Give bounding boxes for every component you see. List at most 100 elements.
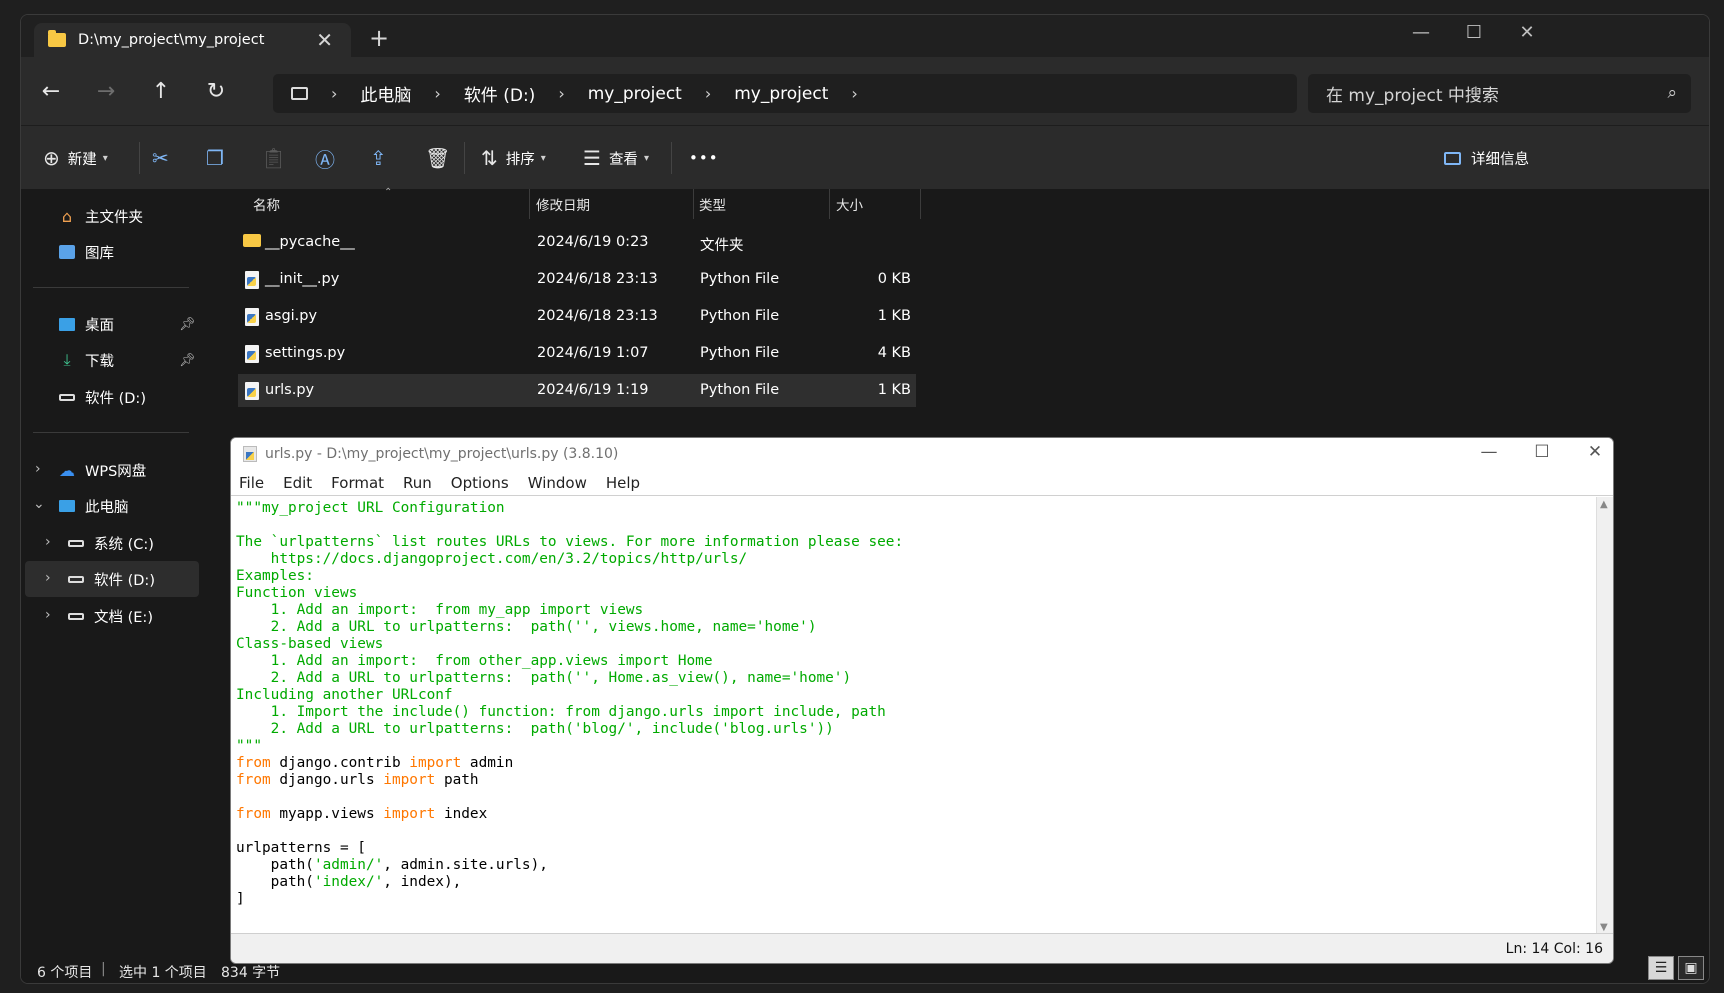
sidebar-item-desktop[interactable]: 桌面 [57, 307, 114, 341]
menu-edit[interactable]: Edit [283, 474, 312, 492]
more-options-button[interactable]: ••• [689, 143, 719, 173]
column-separator[interactable] [693, 189, 694, 219]
clipboard-icon: 📋︎ [261, 146, 287, 170]
file-type: Python File [700, 308, 780, 324]
file-row-selected[interactable]: urls.py 2024/6/19 1:19 Python File 1 KB [238, 374, 916, 407]
close-tab-icon[interactable]: ✕ [316, 28, 333, 52]
breadcrumb-this-pc[interactable]: 此电脑 [360, 81, 411, 106]
new-button[interactable]: ⊕ 新建 ▾ [43, 143, 108, 173]
file-row[interactable]: settings.py 2024/6/19 1:07 Python File 4… [238, 337, 916, 370]
chevron-right-icon: › [558, 84, 565, 103]
menu-options[interactable]: Options [451, 474, 509, 492]
chevron-right-icon[interactable]: › [45, 534, 51, 550]
sidebar-item-drive-c[interactable]: 系统 (C:) [66, 526, 154, 560]
rename-button[interactable]: Ⓐ [315, 143, 335, 173]
maximize-button[interactable]: ☐ [1454, 22, 1494, 43]
sidebar-item-downloads[interactable]: ⤓ 下载 [57, 343, 114, 377]
pin-icon[interactable]: 📌︎ [179, 353, 196, 368]
details-pane-button[interactable]: 详细信息 [1444, 143, 1529, 173]
search-input[interactable]: 在 my_project 中搜索 ⌕ [1308, 74, 1691, 113]
new-tab-button[interactable]: + [369, 24, 389, 52]
breadcrumb-my-project[interactable]: my_project [588, 84, 682, 104]
up-button[interactable]: ↑ [143, 73, 179, 109]
sidebar-item-label: 主文件夹 [85, 209, 143, 226]
trash-icon: 🗑︎ [425, 146, 451, 170]
column-separator[interactable] [920, 189, 921, 219]
chevron-right-icon[interactable]: › [45, 570, 51, 586]
chevron-down-icon[interactable]: ⌄ [33, 496, 45, 512]
copy-button[interactable]: ❐ [206, 143, 224, 173]
column-separator[interactable] [829, 189, 830, 219]
chevron-right-icon[interactable]: › [851, 84, 857, 103]
computer-icon [291, 87, 308, 100]
sort-button[interactable]: ⇅ 排序 ▾ [481, 143, 546, 173]
drive-icon [66, 570, 86, 588]
column-header-size[interactable]: 大小 [836, 189, 863, 219]
close-window-button[interactable]: ✕ [1507, 22, 1547, 43]
delete-button[interactable]: 🗑︎ [425, 143, 450, 173]
drive-icon [66, 607, 86, 625]
column-header-name[interactable]: 名称 [253, 189, 280, 219]
menu-run[interactable]: Run [403, 474, 432, 492]
file-modified: 2024/6/19 0:23 [537, 234, 649, 250]
file-row[interactable]: __init__.py 2024/6/18 23:13 Python File … [238, 263, 916, 296]
details-view-icon[interactable]: ☰ [1648, 956, 1674, 980]
minimize-button[interactable]: — [1469, 442, 1509, 462]
file-size: 0 KB [877, 271, 911, 287]
menu-help[interactable]: Help [606, 474, 640, 492]
idle-title-bar[interactable]: urls.py - D:\my_project\my_project\urls.… [231, 438, 1613, 470]
maximize-button[interactable]: ☐ [1522, 442, 1562, 462]
file-row[interactable]: __pycache__ 2024/6/19 0:23 文件夹 [238, 226, 916, 259]
sidebar-item-drive-d[interactable]: 软件 (D:) [66, 562, 155, 596]
file-modified: 2024/6/18 23:13 [537, 308, 658, 324]
sidebar-item-drive-e[interactable]: 文档 (E:) [66, 599, 153, 633]
code-line: ] [236, 891, 245, 907]
column-separator[interactable] [529, 189, 530, 219]
menu-format[interactable]: Format [331, 474, 384, 492]
breadcrumb-my-project-inner[interactable]: my_project [734, 84, 828, 104]
system-drive-icon [66, 534, 86, 552]
details-pane-icon [1444, 151, 1461, 165]
sidebar-item-wps[interactable]: ☁ WPS网盘 [57, 453, 146, 487]
refresh-button[interactable]: ↻ [198, 73, 234, 109]
share-icon: ⇪ [370, 146, 387, 170]
cursor-position: Ln: 14 Col: 16 [1505, 941, 1603, 957]
close-window-button[interactable]: ✕ [1575, 442, 1613, 462]
chevron-right-icon: › [704, 84, 712, 103]
file-row[interactable]: asgi.py 2024/6/18 23:13 Python File 1 KB [238, 300, 916, 333]
python-file-icon [243, 446, 257, 462]
share-button[interactable]: ⇪ [370, 143, 387, 173]
address-bar[interactable]: › 此电脑 › 软件 (D:) › my_project › my_projec… [273, 74, 1297, 113]
view-button[interactable]: ☰ 查看 ▾ [583, 143, 649, 173]
forward-button[interactable]: → [88, 73, 124, 109]
menu-window[interactable]: Window [528, 474, 587, 492]
menu-file[interactable]: File [239, 474, 264, 492]
chevron-right-icon[interactable]: › [35, 461, 41, 477]
code-editor[interactable]: """my_project URL Configuration The `urlp… [231, 497, 1597, 935]
rename-icon: Ⓐ [315, 147, 335, 172]
tab-current-folder[interactable]: D:\my_project\my_project ✕ [34, 23, 351, 57]
cut-button[interactable]: ✂ [152, 143, 169, 173]
file-size: 1 KB [877, 308, 911, 324]
sidebar-item-home[interactable]: ⌂ 主文件夹 [57, 199, 143, 233]
paste-button[interactable]: 📋︎ [261, 143, 286, 173]
vertical-scrollbar[interactable]: ▲ ▼ [1596, 497, 1613, 935]
column-header-type[interactable]: 类型 [699, 189, 726, 219]
column-header-modified[interactable]: 修改日期 [536, 189, 590, 219]
sidebar-item-this-pc[interactable]: 此电脑 [57, 489, 129, 523]
tiles-view-icon[interactable]: ▣ [1678, 956, 1704, 980]
scroll-up-icon[interactable]: ▲ [1600, 499, 1608, 510]
sidebar-item-gallery[interactable]: 图库 [57, 235, 114, 269]
scroll-down-icon[interactable]: ▼ [1600, 922, 1608, 933]
back-button[interactable]: ← [33, 73, 69, 109]
chevron-right-icon[interactable]: › [45, 607, 51, 623]
gallery-icon [57, 243, 77, 261]
breadcrumb-drive-d[interactable]: 软件 (D:) [464, 81, 536, 106]
minimize-button[interactable]: — [1401, 22, 1441, 43]
sidebar-item-drive-d-pinned[interactable]: 软件 (D:) [57, 380, 146, 414]
navigation-pane: ⌂ 主文件夹 图库 桌面 📌︎ ⤓ 下载 📌︎ 软件 (D:) › ☁ WPS网… [21, 189, 218, 983]
folder-icon [243, 234, 261, 247]
sidebar-item-label: 此电脑 [85, 499, 129, 516]
pin-icon[interactable]: 📌︎ [179, 317, 196, 332]
